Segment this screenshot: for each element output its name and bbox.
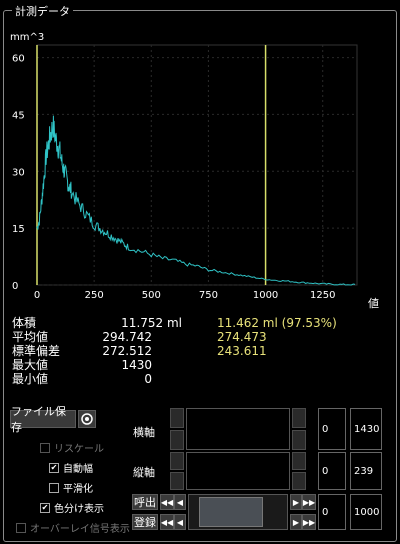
x-tick-label: 250 bbox=[85, 290, 104, 301]
stat-label: 平均値 bbox=[12, 330, 49, 344]
stat-value: 0 bbox=[144, 372, 152, 386]
step-forward-button[interactable]: ▶ bbox=[290, 514, 302, 530]
checkbox-label: 色分け表示 bbox=[54, 504, 104, 515]
x-axis-step-button[interactable] bbox=[292, 430, 306, 450]
recall-max-field[interactable]: 1000 bbox=[350, 494, 382, 530]
y-tick-label: 60 bbox=[12, 54, 25, 65]
y-axis-step-button[interactable] bbox=[170, 452, 184, 470]
color-display-checkbox[interactable]: ✔ 色分け表示 bbox=[40, 500, 104, 515]
x-axis-label: 値 bbox=[368, 297, 379, 310]
x-min-field[interactable]: 0 bbox=[318, 408, 346, 450]
x-axis-step-button[interactable] bbox=[292, 408, 306, 428]
stat-value-2: 11.462 ml (97.53%) bbox=[217, 316, 337, 330]
step-back-button[interactable]: ◀ bbox=[174, 514, 186, 530]
rewind-button[interactable]: ◀◀ bbox=[160, 494, 174, 510]
checkbox-label: リスケール bbox=[54, 444, 104, 455]
y-axis-label: 縦軸 bbox=[133, 466, 155, 479]
stat-value-2: 274.473 bbox=[217, 330, 267, 344]
y-tick-label: 15 bbox=[12, 224, 25, 235]
y-tick-label: 30 bbox=[12, 167, 25, 178]
stat-label: 最大値 bbox=[12, 358, 49, 372]
rewind-button[interactable]: ◀◀ bbox=[160, 514, 174, 530]
checkbox-box bbox=[16, 522, 26, 533]
stat-label: 標準偏差 bbox=[12, 344, 61, 358]
stat-value-2: 243.611 bbox=[217, 344, 267, 358]
stat-label: 体積 bbox=[12, 316, 37, 330]
x-tick-label: 0 bbox=[34, 290, 40, 301]
x-axis-slider-track[interactable] bbox=[186, 408, 290, 450]
y-axis-label: mm^3 bbox=[10, 32, 44, 43]
checkbox-label: 平滑化 bbox=[63, 484, 93, 495]
stat-value: 294.742 bbox=[102, 330, 152, 344]
fast-forward-button[interactable]: ▶▶ bbox=[302, 494, 316, 510]
y-axis-step-button[interactable] bbox=[292, 452, 306, 470]
stat-value: 272.512 bbox=[102, 344, 152, 358]
histogram-chart: 0 15 30 45 60 0 250 500 750 1000 1250 mm^3 値 bbox=[10, 32, 379, 310]
x-tick-label: 500 bbox=[142, 290, 161, 301]
recall-min-field[interactable]: 0 bbox=[318, 494, 346, 530]
y-tick-label: 0 bbox=[12, 281, 18, 292]
x-tick-label: 1000 bbox=[253, 290, 278, 301]
overlay-signal-checkbox[interactable]: オーバーレイ信号表示 bbox=[16, 520, 130, 535]
recall-button[interactable]: 呼出 bbox=[132, 494, 158, 510]
checkbox-box: ✔ bbox=[49, 462, 59, 473]
fast-forward-button[interactable]: ▶▶ bbox=[302, 514, 316, 530]
stat-value: 1430 bbox=[121, 358, 152, 372]
save-file-button[interactable]: ファイル保存 bbox=[10, 405, 76, 434]
slider-thumb[interactable] bbox=[199, 497, 263, 527]
x-axis-step-button[interactable] bbox=[170, 430, 184, 450]
y-min-field[interactable]: 0 bbox=[318, 452, 346, 490]
checkbox-label: 自動幅 bbox=[63, 464, 93, 475]
plot-area bbox=[36, 44, 358, 286]
camera-icon bbox=[81, 413, 93, 425]
y-axis-slider-track[interactable] bbox=[186, 452, 290, 490]
y-axis-step-button[interactable] bbox=[292, 472, 306, 490]
camera-button[interactable] bbox=[78, 410, 96, 428]
checkbox-box bbox=[49, 482, 59, 493]
checkbox-box bbox=[40, 442, 50, 453]
auto-width-checkbox[interactable]: ✔ 自動幅 bbox=[49, 460, 93, 475]
rescale-checkbox[interactable]: リスケール bbox=[40, 440, 104, 455]
smoothing-checkbox[interactable]: 平滑化 bbox=[49, 480, 93, 495]
step-back-button[interactable]: ◀ bbox=[174, 494, 186, 510]
x-axis-label: 横軸 bbox=[133, 426, 155, 439]
recall-slider-track[interactable] bbox=[188, 494, 288, 530]
register-button[interactable]: 登録 bbox=[132, 514, 158, 530]
y-axis-step-button[interactable] bbox=[170, 472, 184, 490]
x-tick-label: 1250 bbox=[310, 290, 335, 301]
x-max-field[interactable]: 1430 bbox=[350, 408, 382, 450]
y-max-field[interactable]: 239 bbox=[350, 452, 382, 490]
stat-value: 11.752 ml bbox=[121, 316, 182, 330]
checkbox-box: ✔ bbox=[40, 502, 50, 513]
checkbox-label: オーバーレイ信号表示 bbox=[30, 524, 130, 535]
x-tick-label: 750 bbox=[199, 290, 218, 301]
y-tick-label: 45 bbox=[12, 110, 25, 121]
step-forward-button[interactable]: ▶ bbox=[290, 494, 302, 510]
stat-label: 最小値 bbox=[12, 372, 49, 386]
x-axis-step-button[interactable] bbox=[170, 408, 184, 428]
